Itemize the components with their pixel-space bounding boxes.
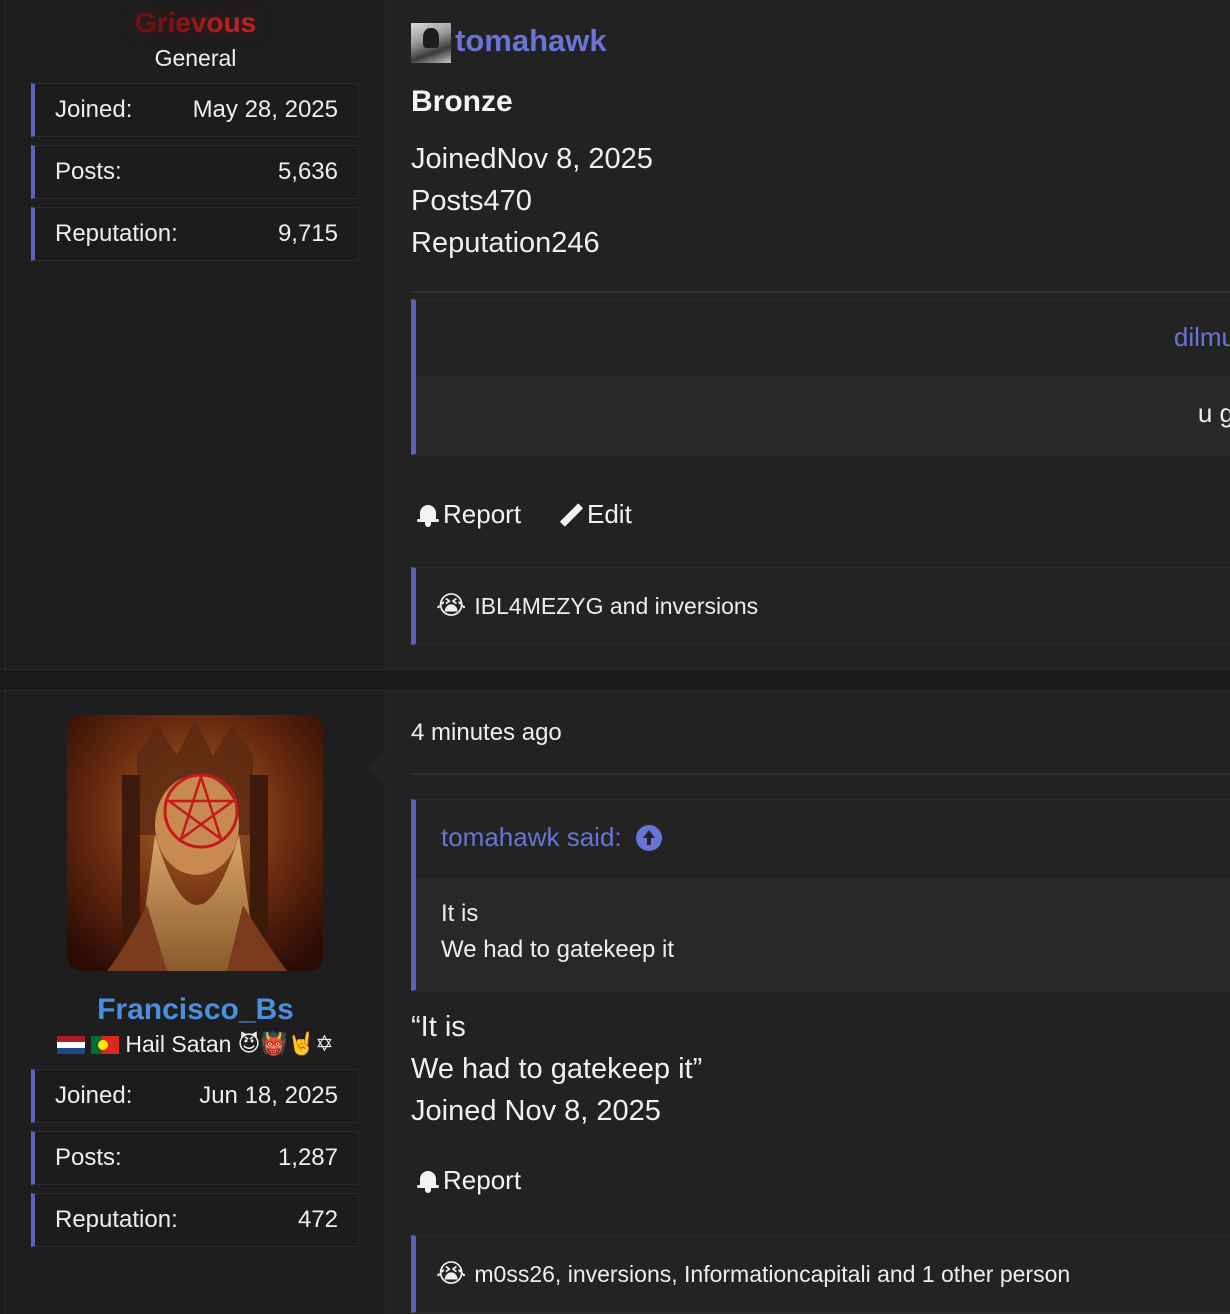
reactions-bar[interactable]: 😭 IBL4MEZYG and inversions: [411, 567, 1230, 645]
stat-label: Joined:: [55, 96, 133, 123]
divider: [411, 291, 1230, 293]
arrow-up-circle-icon[interactable]: [635, 824, 662, 851]
user-title: Hail Satan 😈👹🤘✡: [5, 1031, 386, 1058]
quote-line: It is: [441, 900, 479, 927]
quote-text: u g: [1197, 398, 1230, 428]
quote-header-text: tomahawk said:: [441, 822, 622, 852]
quote-author-link[interactable]: tomahawk said:: [441, 822, 662, 853]
stat-label: Posts:: [55, 158, 122, 185]
quote-block: tomahawk said: It is We had to gatekeep …: [411, 799, 1230, 991]
quote-block: dilmu u g: [411, 299, 1230, 455]
title-emojis-icon: 😈👹🤘✡: [237, 1032, 334, 1057]
stat-value[interactable]: 5,636: [278, 158, 338, 186]
reactions-bar[interactable]: 😭 m0ss26, inversions, Informationcapital…: [411, 1235, 1230, 1313]
bell-icon: [417, 503, 439, 527]
stat-value: Jun 18, 2025: [199, 1082, 338, 1109]
username-francisco[interactable]: Francisco_Bs: [5, 993, 386, 1027]
author-avatar[interactable]: [411, 23, 451, 63]
edit-button[interactable]: Edit: [559, 499, 632, 530]
post-message-1: Grievous General Joined: May 28, 2025 Po…: [4, 0, 1230, 670]
reactions-text[interactable]: m0ss26, inversions, Informationcapitali …: [474, 1261, 1070, 1288]
user-stat-reputation: Reputation: 472: [31, 1193, 359, 1247]
quote-line: We had to gatekeep it: [441, 936, 675, 963]
quote-author-link[interactable]: dilmu: [1174, 322, 1230, 353]
post-content: 4 minutes ago tomahawk said: It is We ha…: [367, 691, 1230, 1314]
signature-posts: Posts470: [411, 185, 532, 217]
user-title-text: Hail Satan: [125, 1031, 232, 1057]
user-stat-joined: Joined: May 28, 2025: [31, 83, 359, 137]
post-timestamp[interactable]: 4 minutes ago: [411, 719, 562, 747]
reactions-text[interactable]: IBL4MEZYG and inversions: [474, 593, 758, 620]
divider: [411, 773, 1230, 775]
user-title: General: [154, 45, 237, 71]
signature-rank: Bronze: [411, 85, 513, 118]
edit-label: Edit: [587, 499, 632, 529]
reply-text: Joined Nov 8, 2025: [411, 1095, 661, 1127]
report-label: Report: [443, 499, 522, 529]
portugal-flag-icon: [91, 1035, 120, 1054]
stat-label: Reputation:: [55, 1206, 178, 1233]
report-button[interactable]: Report: [417, 499, 521, 530]
reply-text: “It is: [411, 1011, 466, 1043]
username-grievous[interactable]: Grievous: [5, 7, 386, 39]
signature-reputation: Reputation246: [411, 227, 600, 259]
crying-face-icon: 😭: [436, 591, 467, 621]
stat-value[interactable]: 1,287: [278, 1144, 338, 1172]
stat-value: May 28, 2025: [192, 96, 338, 123]
avatar-image: [67, 715, 323, 971]
stat-value: 472: [297, 1206, 338, 1233]
quote-header: tomahawk said:: [416, 800, 1230, 878]
user-stat-posts: Posts: 1,287: [31, 1131, 359, 1185]
stat-value: 9,715: [277, 220, 338, 247]
user-stat-reputation: Reputation: 9,715: [31, 207, 359, 261]
user-avatar[interactable]: [67, 715, 323, 971]
user-stat-joined: Joined: Jun 18, 2025: [31, 1069, 359, 1123]
quote-header: dilmu: [416, 300, 1230, 376]
quote-body: u g: [416, 376, 1230, 454]
post-user-sidebar: Francisco_Bs Hail Satan 😈👹🤘✡ Joined: Jun…: [5, 691, 386, 1314]
author-link-tomahawk[interactable]: tomahawk: [455, 23, 607, 59]
report-label: Report: [443, 1165, 522, 1195]
post-content: tomahawk Bronze JoinedNov 8, 2025 Posts4…: [387, 0, 1230, 669]
report-button[interactable]: Report: [417, 1165, 521, 1196]
netherlands-flag-icon: [57, 1035, 86, 1054]
user-stat-posts: Posts: 5,636: [31, 145, 359, 199]
post-arrow: [367, 747, 387, 787]
quote-body: It is We had to gatekeep it: [416, 878, 1230, 990]
signature-joined: JoinedNov 8, 2025: [411, 143, 653, 175]
post-user-sidebar: Grievous General Joined: May 28, 2025 Po…: [5, 0, 386, 669]
post-message-2: Francisco_Bs Hail Satan 😈👹🤘✡ Joined: Jun…: [4, 690, 1230, 1314]
pencil-icon: [559, 503, 583, 527]
stat-label: Joined:: [55, 1082, 133, 1109]
stat-label: Reputation:: [55, 220, 178, 247]
reply-text: We had to gatekeep it”: [411, 1053, 703, 1085]
stat-label: Posts:: [55, 1144, 122, 1171]
crying-face-icon: 😭: [436, 1259, 467, 1289]
bell-icon: [417, 1169, 439, 1193]
